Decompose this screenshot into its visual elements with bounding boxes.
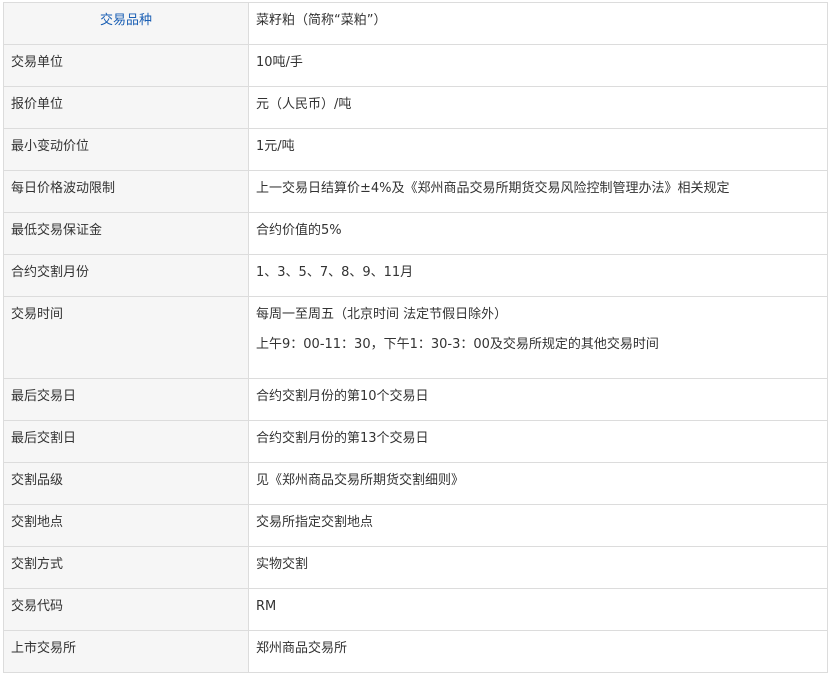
row-value: 合约价值的5% [248,212,828,255]
row-label: 交割品级 [3,462,249,505]
table-row-last-delivery-day: 最后交割日 合约交割月份的第13个交易日 [3,420,828,463]
trading-days-text: 每周一至周五（北京时间 法定节假日除外） [256,307,508,322]
row-value: 上一交易日结算价±4%及《郑州商品交易所期货交易风险控制管理办法》相关规定 [248,170,828,213]
row-label: 最后交易日 [3,378,249,421]
table-row-trading-unit: 交易单位 10吨/手 [3,44,828,87]
table-row-ticker: 交易代码 RM [3,588,828,631]
table-row-price-limit: 每日价格波动限制 上一交易日结算价±4%及《郑州商品交易所期货交易风险控制管理办… [3,170,828,213]
row-value: 郑州商品交易所 [248,630,828,673]
table-row-delivery-months: 合约交割月份 1、3、5、7、8、9、11月 [3,254,828,297]
row-value: 每周一至周五（北京时间 法定节假日除外） 上午9：00-11：30，下午1：30… [248,296,828,379]
trading-sessions-text: 上午9：00-11：30，下午1：30-3：00及交易所规定的其他交易时间 [256,337,659,352]
row-label: 交易代码 [3,588,249,631]
table-row-trading-hours: 交易时间 每周一至周五（北京时间 法定节假日除外） 上午9：00-11：30，下… [3,296,828,379]
row-value: 合约交割月份的第10个交易日 [248,378,828,421]
table-row-delivery-grade: 交割品级 见《郑州商品交易所期货交割细则》 [3,462,828,505]
row-label: 报价单位 [3,86,249,129]
row-value: 交易所指定交割地点 [248,504,828,547]
row-value: 菜籽粕（简称“菜粕”） [248,2,828,45]
contract-spec-table: 交易品种 菜籽粕（简称“菜粕”） 交易单位 10吨/手 报价单位 元（人民币）/… [3,2,828,673]
row-value: 10吨/手 [248,44,828,87]
table-row-delivery-location: 交割地点 交易所指定交割地点 [3,504,828,547]
table-row-last-trading-day: 最后交易日 合约交割月份的第10个交易日 [3,378,828,421]
row-value: 1元/吨 [248,128,828,171]
row-label: 最后交割日 [3,420,249,463]
row-label: 每日价格波动限制 [3,170,249,213]
table-row-margin: 最低交易保证金 合约价值的5% [3,212,828,255]
table-row-product: 交易品种 菜籽粕（简称“菜粕”） [3,2,828,45]
table-row-tick-size: 最小变动价位 1元/吨 [3,128,828,171]
row-label: 上市交易所 [3,630,249,673]
row-label: 最低交易保证金 [3,212,249,255]
row-label: 交割方式 [3,546,249,589]
row-label: 最小变动价位 [3,128,249,171]
table-row-quote-unit: 报价单位 元（人民币）/吨 [3,86,828,129]
row-value: 实物交割 [248,546,828,589]
row-label: 交割地点 [3,504,249,547]
row-value: RM [248,588,828,631]
row-label: 合约交割月份 [3,254,249,297]
row-value: 见《郑州商品交易所期货交割细则》 [248,462,828,505]
row-label: 交易时间 [3,296,249,379]
row-label: 交易品种 [3,2,249,45]
table-row-exchange: 上市交易所 郑州商品交易所 [3,630,828,673]
row-value: 1、3、5、7、8、9、11月 [248,254,828,297]
row-label: 交易单位 [3,44,249,87]
row-value: 元（人民币）/吨 [248,86,828,129]
table-row-delivery-method: 交割方式 实物交割 [3,546,828,589]
row-value: 合约交割月份的第13个交易日 [248,420,828,463]
